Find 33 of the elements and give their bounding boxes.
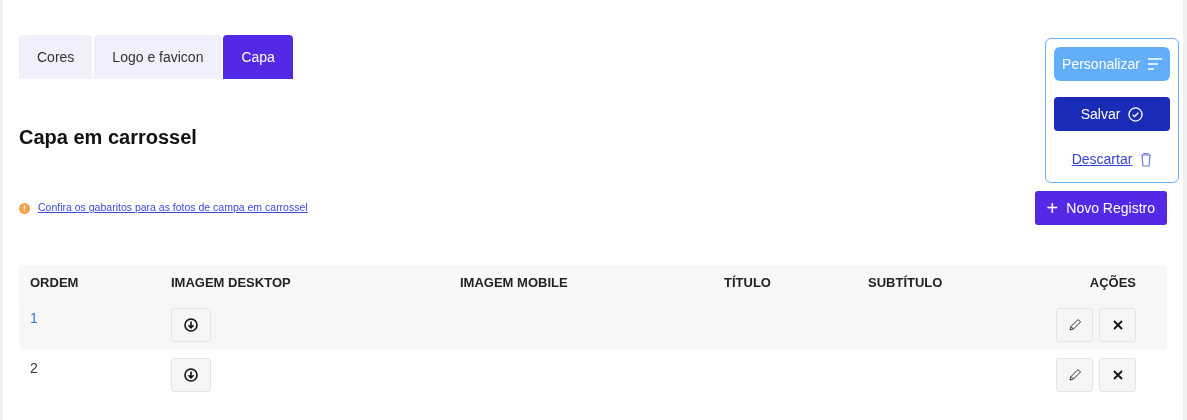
- tab[interactable]: Logo e favicon: [94, 35, 222, 79]
- warning-icon: [19, 202, 30, 214]
- order-cell-text: 1: [29, 309, 39, 328]
- download-icon: [184, 368, 198, 382]
- discard-link[interactable]: Descartar: [1071, 149, 1133, 170]
- delete-button[interactable]: [1099, 308, 1136, 342]
- column-header: SUBTÍTULO: [868, 273, 944, 292]
- order-cell-text: 2: [29, 359, 39, 378]
- column-header: TÍTULO: [724, 273, 772, 292]
- pencil-icon: [1067, 368, 1082, 382]
- tab[interactable]: Capa: [223, 35, 293, 79]
- save-button[interactable]: Salvar: [1054, 97, 1170, 131]
- close-icon: [1111, 369, 1124, 381]
- tab[interactable]: Cores: [19, 35, 93, 79]
- plus-icon: +: [1046, 193, 1059, 223]
- delete-button[interactable]: [1099, 358, 1136, 392]
- close-icon: [1111, 319, 1124, 331]
- edit-button[interactable]: [1056, 358, 1093, 392]
- download-icon: [184, 318, 198, 332]
- upload-image-button[interactable]: [171, 308, 211, 342]
- page-heading: Capa em carrossel: [19, 125, 198, 149]
- guide-link[interactable]: Confira os gabaritos para as fotos de campa em carrossel: [38, 200, 308, 216]
- column-header: IMAGEM MOBILE: [460, 273, 569, 292]
- check-circle-icon: [1128, 106, 1144, 122]
- sort-icon: [1147, 58, 1162, 70]
- column-header: IMAGEM DESKTOP: [171, 273, 292, 292]
- upload-image-button[interactable]: [171, 358, 211, 392]
- trash-icon: [1140, 152, 1153, 167]
- edit-button[interactable]: [1056, 308, 1093, 342]
- pencil-icon: [1067, 318, 1082, 332]
- column-header: ORDEM: [29, 273, 80, 292]
- new-record-button[interactable]: + Novo Registro: [1034, 191, 1167, 225]
- column-header: AÇÕES: [1088, 273, 1137, 292]
